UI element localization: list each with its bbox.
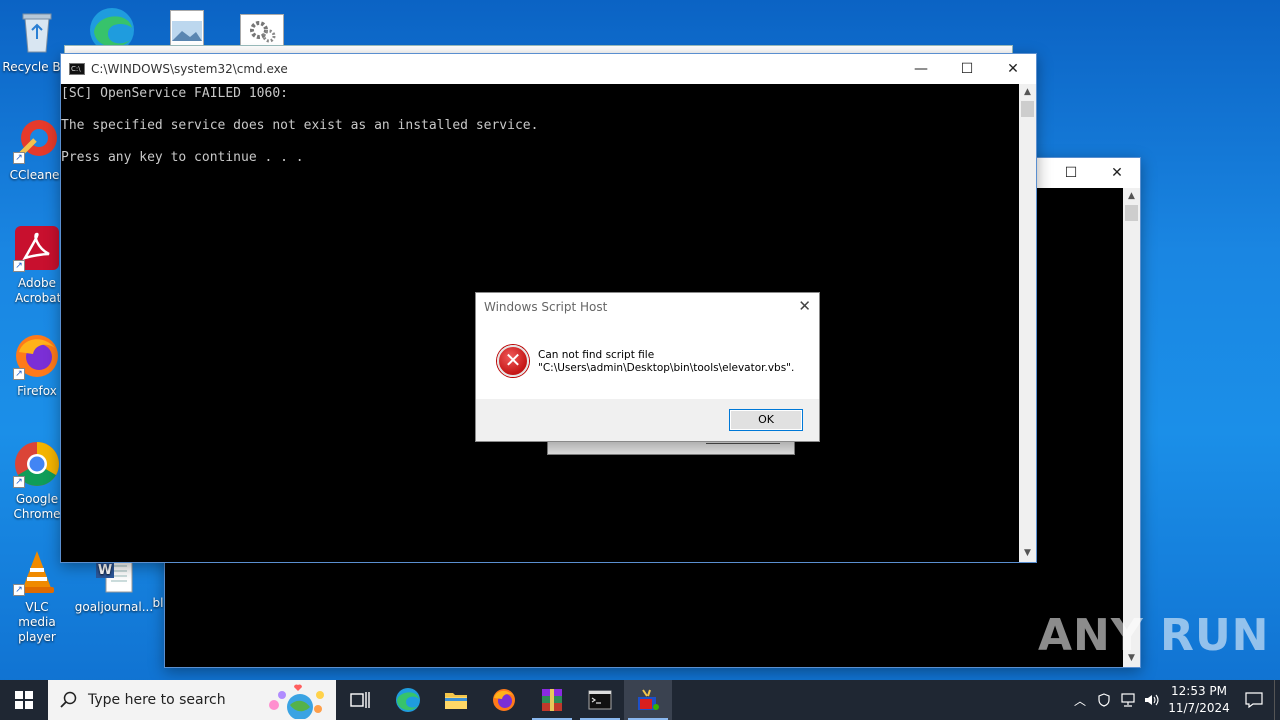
windows-logo-icon [15, 691, 33, 709]
maximize-button[interactable]: ☐ [944, 54, 990, 84]
desktop-icon-image-file[interactable] [170, 10, 204, 48]
search-placeholder: Type here to search [88, 692, 226, 708]
image-file-icon [172, 21, 202, 41]
search-icon [60, 691, 77, 708]
edge-icon [90, 8, 134, 52]
dialog-message-line: Can not find script file [538, 349, 655, 361]
cmd-scrollbar[interactable]: ▲ ▼ [1019, 84, 1036, 562]
taskbar-winrar[interactable] [528, 680, 576, 720]
desktop-icon-label: Firefox [17, 384, 57, 398]
clock-time: 12:53 PM [1171, 684, 1227, 698]
firefox-icon: ↗ [13, 332, 61, 380]
system-tray: ︿ 12:53 PM 11/7/2024 [1068, 680, 1280, 720]
cmd-app-icon: C:\ [69, 63, 85, 75]
chevron-up-icon: ︿ [1073, 693, 1086, 708]
clock-date: 11/7/2024 [1168, 701, 1230, 715]
console-line: The specified service does not exist as … [61, 118, 539, 133]
dialog-footer: OK [476, 399, 819, 441]
taskbar-cmd[interactable] [576, 680, 624, 720]
network-tray-button[interactable] [1116, 680, 1140, 720]
taskbar-file-explorer[interactable] [432, 680, 480, 720]
shortcut-arrow-icon: ↗ [13, 260, 25, 272]
gear-icon [250, 21, 276, 43]
shortcut-arrow-icon: ↗ [13, 476, 25, 488]
winrar-icon [542, 689, 562, 711]
desktop-icon-label: goaljournal... [74, 600, 154, 614]
task-view-button[interactable] [336, 680, 384, 720]
scroll-up-arrow-icon[interactable]: ▲ [1123, 188, 1140, 205]
close-button[interactable]: ✕ [1094, 158, 1140, 188]
console-line: [SC] OpenService FAILED 1060: [61, 86, 288, 101]
taskbar-edge[interactable] [384, 680, 432, 720]
desktop-icon-settings-file[interactable] [240, 14, 284, 48]
maximize-icon: ☐ [960, 61, 974, 77]
firefox-icon [493, 689, 515, 711]
dialog-message: Can not find script file "C:\Users\admin… [538, 349, 794, 375]
taskbar-script-host[interactable] [624, 680, 672, 720]
maximize-icon: ☐ [1064, 165, 1078, 181]
adobe-acrobat-icon: ↗ [13, 224, 61, 272]
close-icon: ✕ [1111, 165, 1123, 181]
ok-button[interactable]: OK [729, 409, 803, 431]
ccleaner-icon: ↗ [13, 116, 61, 164]
cmd-icon [588, 690, 612, 710]
close-button[interactable]: ✕ [990, 54, 1036, 84]
search-highlight-icon [269, 684, 324, 719]
taskbar-clock[interactable]: 12:53 PM 11/7/2024 [1164, 683, 1234, 717]
scroll-thumb[interactable] [1021, 101, 1034, 117]
close-icon: ✕ [798, 297, 811, 315]
chrome-icon: ↗ [13, 440, 61, 488]
desktop-icon-goaljournal[interactable]: W goaljournal... [74, 556, 154, 615]
error-icon: ✕ [497, 345, 529, 377]
security-tray-button[interactable] [1092, 680, 1116, 720]
start-button[interactable] [0, 680, 48, 720]
shortcut-arrow-icon: ↗ [13, 368, 25, 380]
window-title: C:\WINDOWS\system32\cmd.exe [91, 62, 288, 76]
taskbar-firefox[interactable] [480, 680, 528, 720]
show-hidden-icons-button[interactable]: ︿ [1068, 680, 1092, 720]
show-desktop-button[interactable] [1274, 680, 1280, 720]
desktop-icon-label: CCleaner [9, 168, 65, 182]
volume-tray-button[interactable] [1140, 680, 1164, 720]
maximize-button[interactable]: ☐ [1048, 158, 1094, 188]
minimize-icon: — [914, 61, 928, 77]
script-host-icon [638, 689, 659, 710]
shortcut-arrow-icon: ↗ [13, 584, 25, 596]
script-host-dialog[interactable]: Windows Script Host ✕ ✕ Can not find scr… [475, 292, 820, 442]
dialog-title: Windows Script Host [484, 300, 608, 314]
taskbar-search-box[interactable]: Type here to search [48, 680, 336, 720]
hidden-dialog-edge [547, 440, 795, 455]
speaker-icon [1145, 694, 1159, 706]
desktop-icon-label: Google Chrome [13, 492, 61, 521]
task-view-icon [350, 692, 370, 708]
dialog-message-line: "C:\Users\admin\Desktop\bin\tools\elevat… [538, 362, 795, 374]
desktop-icon-label: Adobe Acrobat [15, 276, 62, 305]
desktop-icon-edge[interactable] [86, 4, 138, 52]
scroll-thumb[interactable] [1125, 205, 1138, 221]
cmd-titlebar[interactable]: C:\ C:\WINDOWS\system32\cmd.exe — ☐ ✕ [61, 54, 1036, 84]
notification-icon [1245, 692, 1263, 708]
edge-icon [396, 688, 420, 712]
dialog-close-button[interactable]: ✕ [798, 297, 811, 315]
shield-icon [1098, 693, 1110, 707]
desktop-icon-label: bl [152, 596, 164, 610]
shortcut-arrow-icon: ↗ [13, 152, 25, 164]
vlc-icon: ↗ [13, 548, 61, 596]
folder-icon [445, 693, 467, 709]
close-icon: ✕ [1007, 61, 1019, 77]
anyrun-watermark: ANY RUN [1038, 610, 1270, 661]
desktop-icon-label: VLC media player [18, 600, 56, 644]
minimize-button[interactable]: — [898, 54, 944, 84]
taskbar: Type here to search ︿ 12:53 PM 11/7/2024 [0, 680, 1280, 720]
console-line: Press any key to continue . . . [61, 150, 304, 165]
background-scrollbar[interactable]: ▲ ▼ [1123, 188, 1140, 667]
scroll-down-arrow-icon[interactable]: ▼ [1019, 545, 1036, 562]
scroll-up-arrow-icon[interactable]: ▲ [1019, 84, 1036, 101]
svg-text:W: W [98, 563, 112, 578]
notifications-button[interactable] [1234, 680, 1274, 720]
network-icon [1121, 693, 1135, 707]
recycle-bin-icon [13, 8, 61, 56]
